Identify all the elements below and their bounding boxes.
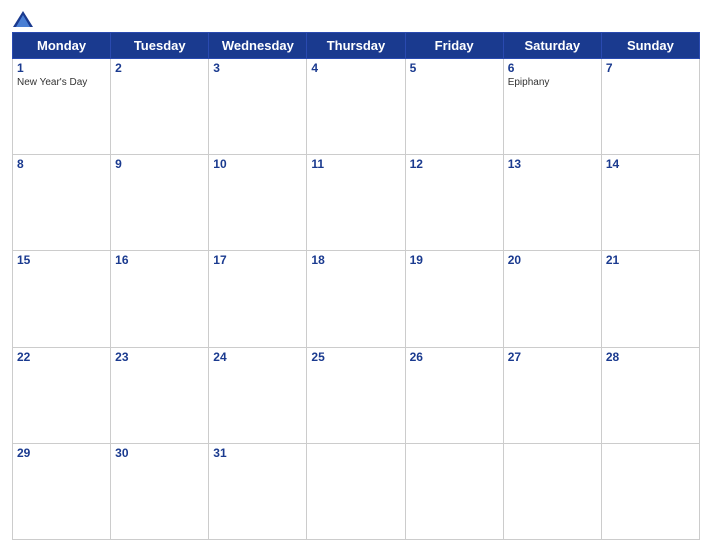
calendar-cell: 10 — [209, 155, 307, 251]
day-number: 6 — [508, 61, 597, 75]
calendar-week-row: 22 23 24 25 26 27 28 — [13, 347, 700, 443]
weekday-header: Friday — [405, 33, 503, 59]
weekday-header: Tuesday — [111, 33, 209, 59]
calendar-cell: 5 — [405, 59, 503, 155]
day-number: 1 — [17, 61, 106, 75]
calendar-cell: 22 — [13, 347, 111, 443]
calendar-body: 1New Year's Day23456Epiphany789101112131… — [13, 59, 700, 540]
calendar-table: MondayTuesdayWednesdayThursdayFridaySatu… — [12, 32, 700, 540]
calendar-cell: 15 — [13, 251, 111, 347]
calendar-cell: 30 — [111, 443, 209, 539]
calendar-cell: 17 — [209, 251, 307, 347]
day-number: 14 — [606, 157, 695, 171]
day-number: 31 — [213, 446, 302, 460]
calendar-cell: 28 — [601, 347, 699, 443]
calendar-cell — [503, 443, 601, 539]
weekday-header: Thursday — [307, 33, 405, 59]
calendar-cell: 2 — [111, 59, 209, 155]
weekday-header: Saturday — [503, 33, 601, 59]
day-number: 7 — [606, 61, 695, 75]
calendar-cell: 13 — [503, 155, 601, 251]
day-number: 15 — [17, 253, 106, 267]
calendar-cell: 14 — [601, 155, 699, 251]
calendar-cell: 1 New Year's Day — [13, 59, 111, 155]
calendar-header: MondayTuesdayWednesdayThursdayFridaySatu… — [13, 33, 700, 59]
day-number: 23 — [115, 350, 204, 364]
calendar-cell: 19 — [405, 251, 503, 347]
day-number: 25 — [311, 350, 400, 364]
calendar-cell: 16 — [111, 251, 209, 347]
day-number: 13 — [508, 157, 597, 171]
day-number: 27 — [508, 350, 597, 364]
calendar-cell — [405, 443, 503, 539]
calendar-cell: 11 — [307, 155, 405, 251]
calendar-week-row: 1 New Year's Day 23456 Epiphany 7 — [13, 59, 700, 155]
day-number: 11 — [311, 157, 400, 171]
calendar-cell: 29 — [13, 443, 111, 539]
calendar-week-row: 15 16 17 18 19 20 21 — [13, 251, 700, 347]
day-number: 16 — [115, 253, 204, 267]
day-number: 22 — [17, 350, 106, 364]
holiday-name: New Year's Day — [17, 77, 106, 88]
calendar-week-row: 89 10 11 12 13 14 — [13, 155, 700, 251]
calendar-cell: 20 — [503, 251, 601, 347]
calendar-cell — [601, 443, 699, 539]
calendar-cell: 23 — [111, 347, 209, 443]
day-number: 2 — [115, 61, 204, 75]
day-number: 10 — [213, 157, 302, 171]
weekday-header: Monday — [13, 33, 111, 59]
day-number: 12 — [410, 157, 499, 171]
day-number: 28 — [606, 350, 695, 364]
day-number: 4 — [311, 61, 400, 75]
calendar-cell: 25 — [307, 347, 405, 443]
day-number: 21 — [606, 253, 695, 267]
logo — [12, 10, 42, 28]
weekday-header: Sunday — [601, 33, 699, 59]
calendar-cell: 12 — [405, 155, 503, 251]
day-number: 9 — [115, 157, 204, 171]
calendar-cell: 27 — [503, 347, 601, 443]
day-number: 30 — [115, 446, 204, 460]
calendar-cell: 6 Epiphany — [503, 59, 601, 155]
calendar-cell: 9 — [111, 155, 209, 251]
calendar-cell — [307, 443, 405, 539]
calendar-week-row: 29 30 31 — [13, 443, 700, 539]
calendar-cell: 21 — [601, 251, 699, 347]
day-number: 3 — [213, 61, 302, 75]
calendar-cell: 18 — [307, 251, 405, 347]
calendar-cell: 7 — [601, 59, 699, 155]
day-number: 26 — [410, 350, 499, 364]
logo-icon — [12, 10, 34, 28]
day-number: 24 — [213, 350, 302, 364]
day-number: 8 — [17, 157, 106, 171]
holiday-name: Epiphany — [508, 77, 597, 88]
day-number: 18 — [311, 253, 400, 267]
weekday-header: Wednesday — [209, 33, 307, 59]
calendar-cell: 8 — [13, 155, 111, 251]
calendar-cell: 3 — [209, 59, 307, 155]
top-bar — [12, 10, 700, 28]
day-number: 29 — [17, 446, 106, 460]
day-number: 20 — [508, 253, 597, 267]
calendar-cell: 4 — [307, 59, 405, 155]
day-number: 19 — [410, 253, 499, 267]
calendar-cell: 31 — [209, 443, 307, 539]
day-number: 5 — [410, 61, 499, 75]
calendar-cell: 24 — [209, 347, 307, 443]
calendar-cell: 26 — [405, 347, 503, 443]
day-number: 17 — [213, 253, 302, 267]
